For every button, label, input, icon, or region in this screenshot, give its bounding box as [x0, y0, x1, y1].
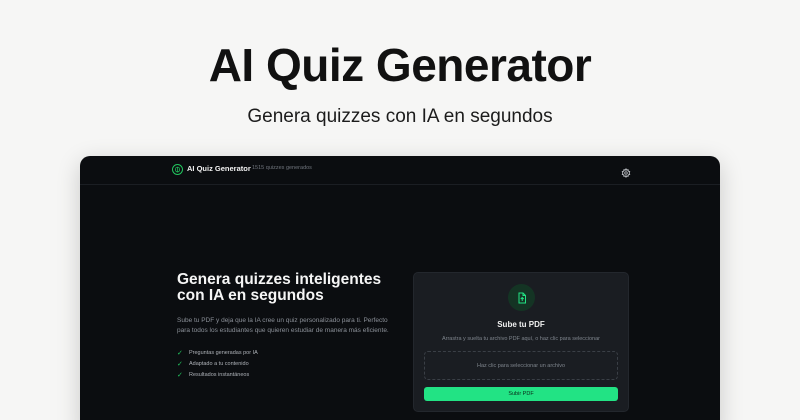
hero-title: AI Quiz Generator [208, 39, 592, 91]
main-description: Sube tu PDF y deja que la IA cree un qui… [177, 317, 389, 334]
feature-label: Preguntas generadas por IA [189, 349, 258, 356]
brain-icon [172, 164, 183, 175]
navbar: AI Quiz Generator 1515 quizzes generados [80, 156, 720, 185]
feature-label: Resultados instantáneos [189, 371, 250, 378]
intro-section: Genera quizzes inteligentes con IA en se… [177, 272, 392, 380]
app-window: AI Quiz Generator 1515 quizzes generados… [80, 156, 720, 420]
check-icon: ✓ [177, 360, 183, 368]
upload-pdf-button[interactable]: Subir PDF [424, 387, 618, 401]
file-dropzone[interactable]: Haz clic para seleccionar un archivo [424, 351, 618, 380]
feature-item: ✓ Preguntas generadas por IA [177, 347, 392, 358]
feature-list: ✓ Preguntas generadas por IA ✓ Adaptado … [177, 347, 392, 380]
hero-subtitle: Genera quizzes con IA en segundos [247, 106, 553, 127]
check-icon: ✓ [177, 371, 183, 379]
check-icon: ✓ [177, 349, 183, 357]
feature-label: Adaptado a tu contenido [189, 360, 249, 367]
gear-icon[interactable] [621, 165, 631, 179]
feature-item: ✓ Adaptado a tu contenido [177, 358, 392, 369]
main-heading: Genera quizzes inteligentes con IA en se… [177, 271, 382, 304]
upload-instructions: Arrastra y suelta tu archivo PDF aquí, o… [441, 336, 601, 342]
dropzone-label: Haz clic para seleccionar un archivo [476, 362, 566, 369]
brand-name[interactable]: AI Quiz Generator [187, 164, 251, 173]
upload-card: Sube tu PDF Arrastra y suelta tu archivo… [413, 272, 629, 412]
feature-item: ✓ Resultados instantáneos [177, 369, 392, 380]
upload-card-title: Sube tu PDF [497, 320, 545, 329]
quiz-count: 1515 quizzes generados [252, 165, 312, 171]
file-upload-icon [508, 284, 535, 311]
